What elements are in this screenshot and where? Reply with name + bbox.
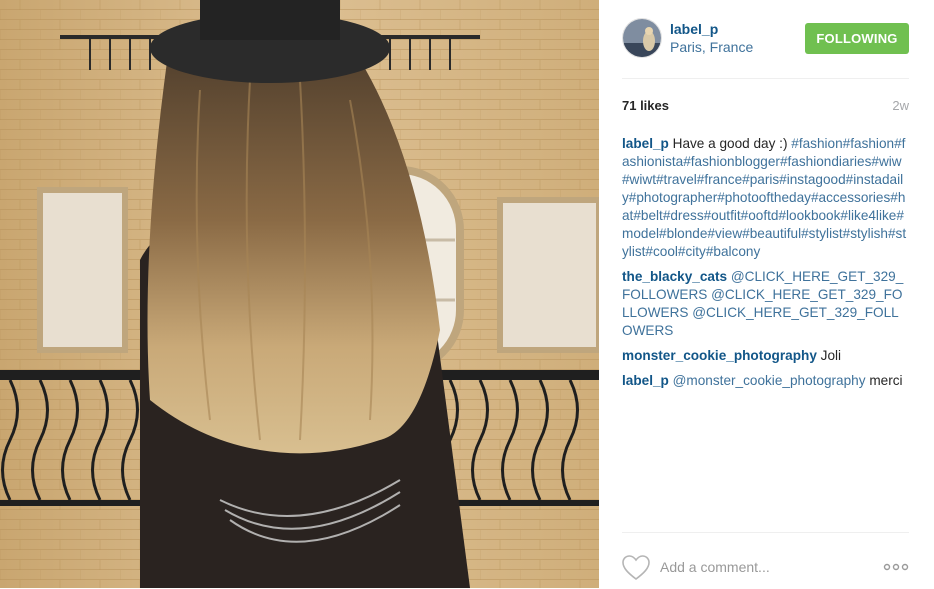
photo-image [0,0,599,588]
avatar-image [623,19,661,57]
comment-username[interactable]: the_blacky_cats [622,269,727,284]
comment-username[interactable]: label_p [622,373,669,388]
post-sidebar: label_p Paris, France FOLLOWING 71 likes… [599,0,934,588]
comments-list: label_p Have a good day :) #fashion#fash… [622,135,909,397]
comment-input[interactable] [660,557,860,577]
comment-text: Joli [820,348,842,363]
list-item: the_blacky_cats @CLICK_HERE_GET_329_FOLL… [622,268,909,340]
likes-count[interactable]: 71 likes [622,98,669,113]
caption: label_p Have a good day :) #fashion#fash… [622,135,909,261]
post-photo[interactable] [0,0,599,588]
more-options-icon[interactable] [883,557,909,577]
caption-hashtags[interactable]: #fashion#fashion#fashionista#fashionblog… [622,136,906,259]
post-meta: 71 likes 2w [622,98,909,116]
post-timestamp[interactable]: 2w [892,98,909,113]
avatar[interactable] [622,18,662,58]
post-container: label_p Paris, France FOLLOWING 71 likes… [0,0,934,588]
list-item: monster_cookie_photography Joli [622,347,909,365]
caption-username[interactable]: label_p [622,136,669,151]
following-button[interactable]: FOLLOWING [805,23,909,54]
comment-mention[interactable]: @monster_cookie_photography [673,373,866,388]
username-link[interactable]: label_p [670,21,718,37]
comment-bar [622,532,909,589]
location-link[interactable]: Paris, France [670,39,753,55]
post-header: label_p Paris, France FOLLOWING [622,18,909,79]
list-item: label_p @monster_cookie_photography merc… [622,372,909,390]
heart-icon[interactable] [622,555,650,581]
comment-username[interactable]: monster_cookie_photography [622,348,817,363]
caption-text: Have a good day :) [672,136,788,151]
comment-text: merci [869,373,903,388]
